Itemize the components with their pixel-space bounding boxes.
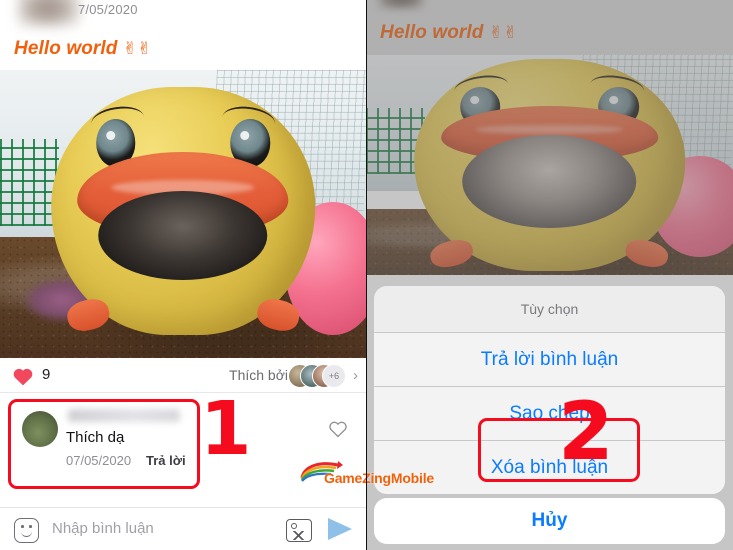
left-post-header: 7/05/2020 Hello world ✌✌: [0, 0, 366, 70]
image-icon[interactable]: [286, 519, 312, 542]
comment-input-field[interactable]: Nhập bình luận: [52, 520, 154, 537]
annotation-number-2: 2: [558, 385, 614, 478]
comment-text: Thích dạ: [66, 429, 125, 446]
duck-foot-right: [253, 295, 302, 335]
liker-avatar-stack[interactable]: +6: [288, 364, 346, 388]
action-sheet-item-reply[interactable]: Trả lời bình luận: [374, 333, 725, 387]
commenter-name-blurred: [68, 409, 180, 422]
panel-divider: [366, 0, 367, 550]
liked-by-label: Thích bởi: [229, 367, 288, 383]
watermark-text: GameZingMobile: [324, 470, 434, 486]
chevron-right-icon[interactable]: ›: [353, 367, 358, 384]
action-sheet-cancel-button[interactable]: Hủy: [374, 498, 725, 544]
heart-filled-icon[interactable]: [12, 366, 34, 386]
action-sheet-item-copy[interactable]: Sao chép: [374, 387, 725, 441]
post-photo[interactable]: [0, 70, 366, 358]
duck-mouth-blur: [99, 196, 268, 280]
poster-avatar: [18, 0, 80, 26]
post-caption-text: Hello world: [14, 38, 118, 59]
liker-extra-count: +6: [322, 364, 346, 388]
photo-green-net-left: [0, 139, 59, 226]
screenshot-stage: 7/05/2020 Hello world ✌✌ 9 Thích bởi +6 …: [0, 0, 733, 550]
post-caption: Hello world ✌✌: [14, 38, 152, 60]
like-count: 9: [42, 366, 51, 383]
watermark: GameZingMobile: [298, 460, 434, 492]
victory-hand-emoji: ✌✌: [122, 39, 152, 58]
heart-outline-icon[interactable]: [328, 419, 348, 438]
post-date: 7/05/2020: [78, 2, 138, 17]
comment-date: 07/05/2020: [66, 453, 132, 468]
commenter-avatar: [22, 411, 58, 447]
like-bar: 9 Thích bởi +6 ›: [0, 358, 366, 393]
action-sheet-title: Tùy chọn: [374, 286, 725, 333]
photo-duck-figure: [51, 87, 315, 335]
annotation-number-1: 1: [200, 386, 252, 472]
comment-input-bar[interactable]: Nhập bình luận: [0, 507, 366, 550]
comment-reply-button[interactable]: Trả lời: [146, 453, 186, 468]
smiley-icon[interactable]: [14, 518, 39, 543]
send-icon[interactable]: [328, 518, 352, 540]
